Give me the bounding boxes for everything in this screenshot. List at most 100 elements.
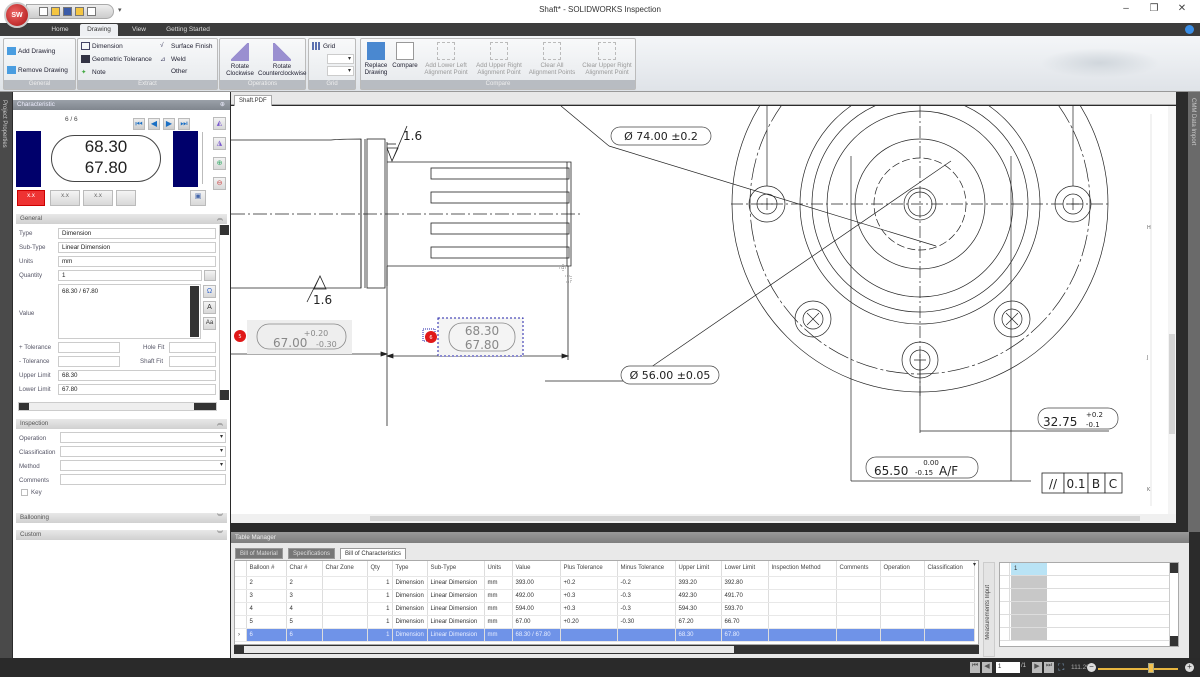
- measurement-row[interactable]: [1000, 576, 1170, 589]
- zoom-out-icon[interactable]: ⊖: [213, 177, 226, 190]
- row-header-cell[interactable]: [235, 576, 247, 590]
- balloon-style-inline-button[interactable]: x.x: [83, 190, 113, 206]
- table-cell[interactable]: [880, 589, 925, 603]
- zoom-slider[interactable]: [1098, 668, 1178, 670]
- hole-fit-field[interactable]: [169, 342, 216, 353]
- table-cell[interactable]: mm: [484, 602, 513, 616]
- table-cell[interactable]: [924, 602, 975, 616]
- tab-home[interactable]: Home: [44, 24, 76, 36]
- table-cell[interactable]: [768, 589, 837, 603]
- column-header[interactable]: Sub-Type: [427, 561, 485, 577]
- zoom-in-button[interactable]: +: [1185, 663, 1194, 672]
- first-page-button[interactable]: ⏮: [970, 662, 980, 673]
- rotate-clockwise-button[interactable]: Rotate Clockwise: [222, 43, 258, 77]
- table-row[interactable]: 4 4 1 Dimension Linear Dimension mm 594.00 +0.3…: [235, 602, 975, 616]
- table-cell[interactable]: Linear Dimension: [427, 576, 485, 590]
- dimension-button[interactable]: Dimension: [81, 42, 123, 50]
- table-cell[interactable]: [768, 615, 837, 629]
- balloon-style-stacked-button[interactable]: x.x: [17, 190, 45, 206]
- table-cell[interactable]: 594.00: [512, 602, 561, 616]
- units-field[interactable]: mm: [58, 256, 216, 267]
- table-cell[interactable]: -0.30: [617, 615, 676, 629]
- table-cell[interactable]: mm: [484, 628, 513, 642]
- zoom-slider-thumb[interactable]: [1148, 663, 1154, 673]
- table-cell[interactable]: 68.30 / 67.80: [512, 628, 561, 642]
- tab-specifications[interactable]: Specifications: [288, 548, 336, 559]
- app-logo[interactable]: SW: [4, 2, 30, 28]
- table-cell[interactable]: 594.30: [675, 602, 722, 616]
- table-cell[interactable]: 492.30: [675, 589, 722, 603]
- measurement-cell[interactable]: [1011, 615, 1047, 627]
- table-cell[interactable]: [836, 602, 881, 616]
- balloon-style-other-button[interactable]: [116, 190, 136, 206]
- rotate-counterclockwise-button[interactable]: Rotate Counterclockwise: [258, 43, 307, 77]
- table-cell[interactable]: +0.3: [560, 602, 618, 616]
- table-cell[interactable]: [924, 589, 975, 603]
- measurement-row[interactable]: [1000, 615, 1170, 628]
- table-cell[interactable]: 593.70: [721, 602, 769, 616]
- column-header[interactable]: Minus Tolerance: [617, 561, 676, 577]
- table-cell[interactable]: 2: [286, 576, 323, 590]
- table-cell[interactable]: 4: [286, 602, 323, 616]
- ballooning-section-header[interactable]: Ballooning ︾: [16, 513, 227, 523]
- upper-limit-field[interactable]: 68.30: [58, 370, 216, 381]
- column-header[interactable]: Classification: [924, 561, 975, 577]
- column-header[interactable]: Operation: [880, 561, 925, 577]
- classification-select[interactable]: [60, 446, 226, 457]
- column-header[interactable]: Value: [512, 561, 561, 577]
- table-cell[interactable]: Linear Dimension: [427, 602, 485, 616]
- table-cell[interactable]: Dimension: [392, 602, 428, 616]
- table-cell[interactable]: 491.70: [721, 589, 769, 603]
- table-cell[interactable]: [880, 628, 925, 642]
- column-header[interactable]: Lower Limit: [721, 561, 769, 577]
- table-cell[interactable]: 1: [367, 589, 393, 603]
- plus-tolerance-field[interactable]: [58, 342, 120, 353]
- last-page-button[interactable]: ⏭: [1044, 662, 1054, 673]
- table-cell[interactable]: mm: [484, 589, 513, 603]
- table-cell[interactable]: Dimension: [392, 576, 428, 590]
- table-cell[interactable]: [322, 628, 368, 642]
- table-cell[interactable]: 5: [246, 615, 287, 629]
- table-cell[interactable]: -0.3: [617, 589, 676, 603]
- table-row[interactable]: 2 2 1 Dimension Linear Dimension mm 393.00 +0.2…: [235, 576, 975, 590]
- table-cell[interactable]: 393.00: [512, 576, 561, 590]
- table-cell[interactable]: Dimension: [392, 589, 428, 603]
- table-hscrollbar[interactable]: [234, 645, 979, 654]
- table-cell[interactable]: +0.20: [560, 615, 618, 629]
- subtype-field[interactable]: Linear Dimension: [58, 242, 216, 253]
- measurement-row-header[interactable]: [1000, 563, 1010, 575]
- add-upper-right-alignment-button[interactable]: Add Upper Right Alignment Point: [473, 42, 525, 76]
- table-cell[interactable]: Dimension: [392, 628, 428, 642]
- table-cell[interactable]: [322, 602, 368, 616]
- table-cell[interactable]: [322, 615, 368, 629]
- size-slider[interactable]: [202, 132, 207, 184]
- insert-symbol-icon[interactable]: Ω: [203, 285, 216, 298]
- note-button[interactable]: ✦ Note: [81, 68, 106, 77]
- key-checkbox[interactable]: [21, 489, 28, 496]
- compare-button[interactable]: Compare: [391, 42, 419, 69]
- measurement-row-header[interactable]: [1000, 589, 1010, 601]
- text-format-icon[interactable]: Aa: [203, 317, 216, 330]
- column-header[interactable]: Balloon #: [246, 561, 287, 577]
- table-cell[interactable]: 6: [286, 628, 323, 642]
- drawing-canvas[interactable]: 1.6 1.6 +0.20 67.00 -0.30 5 68.30 67.80 …: [231, 106, 1168, 514]
- table-cell[interactable]: [924, 576, 975, 590]
- table-cell[interactable]: [560, 628, 618, 642]
- add-drawing-button[interactable]: Add Drawing: [7, 47, 55, 55]
- table-row[interactable]: 3 3 1 Dimension Linear Dimension mm 492.00 +0.3…: [235, 589, 975, 603]
- table-cell[interactable]: [880, 576, 925, 590]
- table-cell[interactable]: [617, 628, 676, 642]
- measurement-cell[interactable]: [1011, 602, 1047, 614]
- rotate-right-icon[interactable]: ◮: [213, 137, 226, 150]
- table-cell[interactable]: [836, 589, 881, 603]
- tab-view[interactable]: View: [124, 24, 154, 36]
- table-cell[interactable]: [836, 615, 881, 629]
- table-cell[interactable]: -0.2: [617, 576, 676, 590]
- rotate-left-icon[interactable]: ◭: [213, 117, 226, 130]
- general-hscrollbar[interactable]: [18, 402, 217, 411]
- add-lower-left-alignment-button[interactable]: Add Lower Left Alignment Point: [421, 42, 471, 76]
- drawing-hscrollbar[interactable]: [231, 514, 1176, 523]
- table-cell[interactable]: 3: [286, 589, 323, 603]
- column-header[interactable]: Comments: [836, 561, 881, 577]
- table-cell[interactable]: 4: [246, 602, 287, 616]
